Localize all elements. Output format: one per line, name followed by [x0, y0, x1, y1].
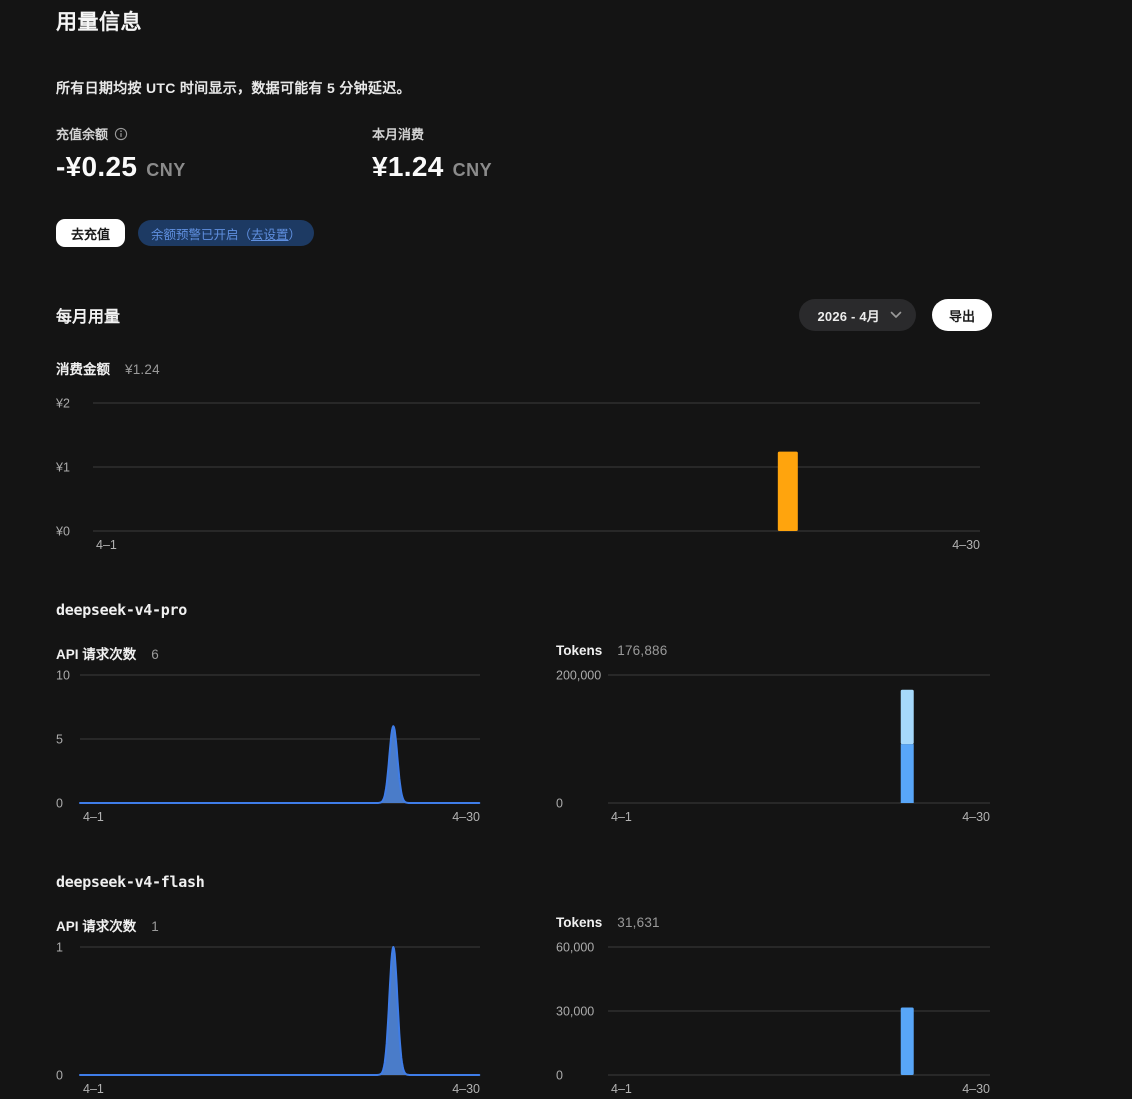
flash-api-label: API 请求次数	[56, 915, 136, 935]
svg-text:0: 0	[56, 797, 63, 811]
monthly-spend-chart: ¥2 ¥1 ¥0 4–1 4–30	[56, 397, 992, 555]
pro-api-stat: API 请求次数 6	[56, 643, 492, 663]
model-name-flash: deepseek-v4-flash	[56, 873, 992, 891]
timezone-note: 所有日期均按 UTC 时间显示，数据可能有 5 分钟延迟。	[56, 78, 992, 98]
svg-text:4–1: 4–1	[96, 538, 117, 552]
usage-page: 用量信息 所有日期均按 UTC 时间显示，数据可能有 5 分钟延迟。 充值余额 …	[0, 0, 992, 1099]
svg-text:30,000: 30,000	[556, 1005, 594, 1019]
svg-text:1: 1	[56, 941, 63, 955]
page-title: 用量信息	[56, 6, 992, 36]
svg-text:0: 0	[556, 1069, 563, 1083]
spend-label: 消费金额	[56, 358, 110, 378]
svg-text:5: 5	[56, 733, 63, 747]
alert-text-suffix: ）	[289, 224, 302, 243]
balance-label: 充值余额	[56, 124, 108, 143]
alert-settings-link[interactable]: 去设置	[251, 224, 289, 243]
svg-text:4–1: 4–1	[83, 1082, 104, 1096]
pro-tokens-chart: 200,000 0 4–1 4–30	[556, 669, 992, 827]
alert-text-prefix: 余额预警已开启（	[151, 224, 251, 243]
svg-text:¥2: ¥2	[55, 397, 70, 411]
svg-text:4–30: 4–30	[952, 538, 980, 552]
export-button[interactable]: 导出	[932, 299, 992, 331]
month-spend-amount: ¥1.24	[372, 151, 444, 183]
actions-row: 去充值 余额预警已开启（去设置）	[56, 219, 992, 247]
flash-tokens-chart: 60,000 30,000 0 4–1 4–30	[556, 941, 992, 1099]
pro-api-value: 6	[151, 647, 159, 662]
pro-charts: 10 5 0 4–1 4–30 200,000 0 4–1 4–30	[56, 669, 992, 827]
balance-amount: -¥0.25	[56, 151, 137, 183]
balance-block: 充值余额 -¥0.25 CNY	[56, 124, 372, 183]
svg-text:0: 0	[556, 797, 563, 811]
svg-text:4–1: 4–1	[83, 810, 104, 824]
svg-text:200,000: 200,000	[556, 669, 601, 683]
spend-value: ¥1.24	[125, 362, 160, 377]
flash-tokens-value: 31,631	[617, 915, 660, 930]
pro-tokens-value: 176,886	[617, 643, 667, 658]
svg-text:10: 10	[56, 669, 70, 683]
flash-api-requests-chart: 1 0 4–1 4–30	[56, 941, 492, 1099]
flash-charts: 1 0 4–1 4–30 60,000 30,000 0 4–1 4–30	[56, 941, 992, 1099]
svg-text:4–30: 4–30	[962, 810, 990, 824]
flash-api-value: 1	[151, 919, 159, 934]
pro-tokens-stat: Tokens 176,886	[556, 643, 992, 663]
chevron-down-icon	[890, 311, 902, 319]
flash-tokens-stat: Tokens 31,631	[556, 915, 992, 935]
svg-text:60,000: 60,000	[556, 941, 594, 955]
balance-currency: CNY	[146, 160, 186, 181]
svg-text:¥1: ¥1	[55, 461, 70, 475]
pro-tokens-label: Tokens	[556, 643, 602, 658]
spend-stat-row: 消费金额 ¥1.24	[56, 358, 992, 378]
month-spend-label: 本月消费	[372, 124, 424, 143]
info-icon[interactable]	[114, 127, 128, 141]
flash-api-stat: API 请求次数 1	[56, 915, 492, 935]
flash-tokens-label: Tokens	[556, 915, 602, 930]
svg-text:4–30: 4–30	[452, 810, 480, 824]
svg-text:4–1: 4–1	[611, 810, 632, 824]
month-spend-block: 本月消费 ¥1.24 CNY	[372, 124, 992, 183]
svg-text:4–30: 4–30	[962, 1082, 990, 1096]
monthly-usage-title: 每月用量	[56, 303, 120, 327]
pro-api-label: API 请求次数	[56, 643, 136, 663]
month-selector-value: 2026 - 4月	[817, 306, 880, 325]
svg-text:4–1: 4–1	[611, 1082, 632, 1096]
pro-stats: API 请求次数 6 Tokens 176,886	[56, 643, 992, 663]
month-selector[interactable]: 2026 - 4月	[799, 299, 916, 331]
balance-alert-badge: 余额预警已开启（去设置）	[138, 220, 314, 246]
model-name-pro: deepseek-v4-pro	[56, 601, 992, 619]
balance-summary: 充值余额 -¥0.25 CNY 本月消费 ¥1.24 CNY	[56, 124, 992, 183]
svg-text:¥0: ¥0	[55, 525, 70, 539]
svg-text:4–30: 4–30	[452, 1082, 480, 1096]
monthly-usage-header: 每月用量 2026 - 4月 导出	[56, 299, 992, 331]
topup-button[interactable]: 去充值	[56, 219, 125, 247]
month-spend-currency: CNY	[453, 160, 493, 181]
pro-api-requests-chart: 10 5 0 4–1 4–30	[56, 669, 492, 827]
svg-text:0: 0	[56, 1069, 63, 1083]
flash-stats: API 请求次数 1 Tokens 31,631	[56, 915, 992, 935]
